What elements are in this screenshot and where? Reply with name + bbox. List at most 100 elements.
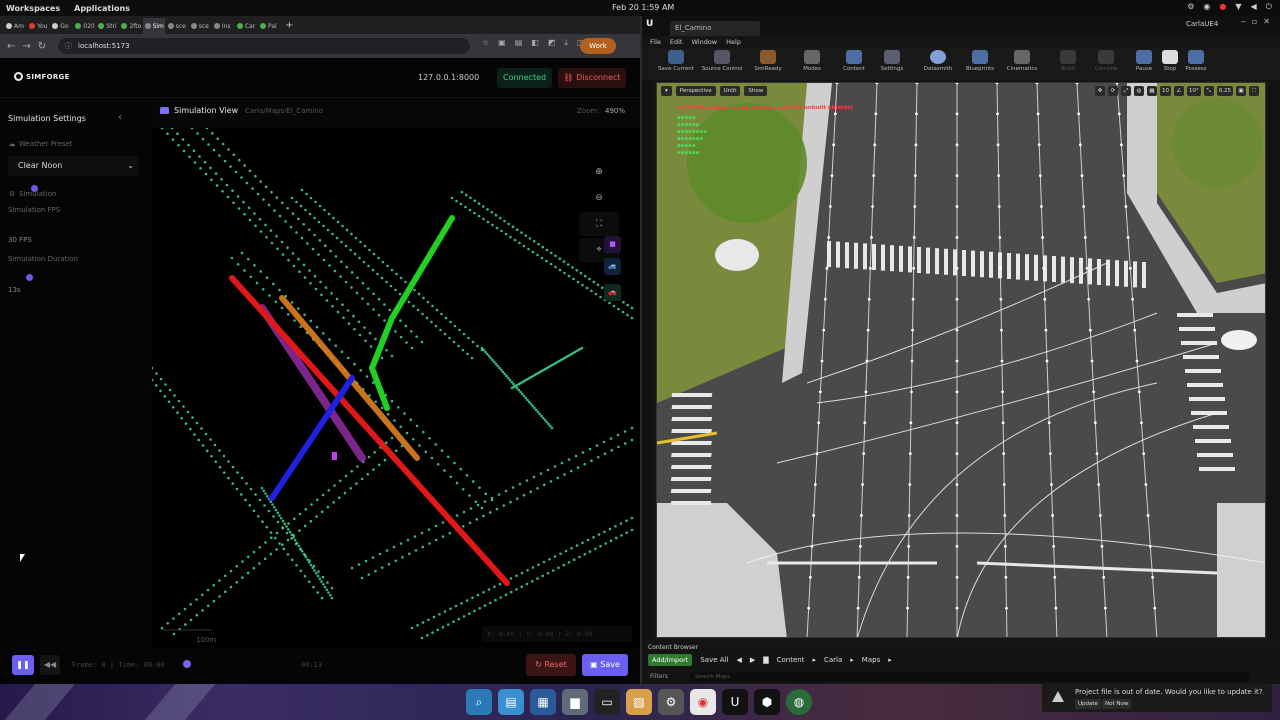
show-button[interactable]: Show xyxy=(744,86,768,96)
window-controls[interactable]: ‒▫✕ xyxy=(1241,17,1276,26)
ai-app-icon[interactable]: ⬢ xyxy=(754,689,780,715)
address-bar[interactable]: ⓘ localhost:5173 xyxy=(58,38,470,54)
add-import-button[interactable]: Add/Import xyxy=(648,654,693,666)
puzzle-icon[interactable]: ◩ xyxy=(548,38,556,48)
level-viewport[interactable]: ▾ Perspective Unlit Show ✥ ⟳ ⤢ ◍ ▦ 10 ∠ … xyxy=(656,82,1266,638)
browser-tab[interactable]: 020 xyxy=(73,18,96,34)
menu-edit[interactable]: Edit xyxy=(670,38,683,46)
viewport-menu-icon[interactable]: ▾ xyxy=(661,86,672,96)
duration-slider-knob[interactable] xyxy=(26,274,33,281)
save-all-button[interactable]: Save All xyxy=(700,656,728,664)
terminal-icon[interactable]: ▭ xyxy=(594,689,620,715)
grid-snap-value[interactable]: 10 xyxy=(1160,86,1171,96)
window-manager-icon[interactable]: ▤ xyxy=(498,689,524,715)
settings-tray-icon[interactable]: ⚙ xyxy=(1187,2,1194,12)
extension-icon[interactable]: ◧ xyxy=(531,38,539,48)
save-current-button[interactable]: Save Current xyxy=(654,50,698,72)
npc-layer-icon[interactable]: 🚗 xyxy=(604,284,621,301)
browser-tab[interactable]: Pal xyxy=(258,18,281,34)
browser-tab[interactable]: Go xyxy=(50,18,73,34)
workspaces-menu[interactable]: Workspaces xyxy=(6,4,60,13)
scale-icon[interactable]: ⤢ xyxy=(1121,86,1131,96)
settings-app-icon[interactable]: ⚙ xyxy=(658,689,684,715)
menu-window[interactable]: Window xyxy=(691,38,717,46)
fps-slider-knob[interactable] xyxy=(31,185,38,192)
menu-help[interactable]: Help xyxy=(726,38,741,46)
camera-speed-icon[interactable]: ▣ xyxy=(1236,86,1246,96)
back-arrow-icon[interactable]: ← xyxy=(7,41,15,52)
history-back-icon[interactable]: ◀ xyxy=(736,656,741,664)
browser-tab[interactable]: Ins xyxy=(212,18,235,34)
site-info-icon[interactable]: ⓘ xyxy=(65,38,72,54)
browser-tab[interactable]: You xyxy=(27,18,50,34)
source-control-button[interactable]: Source Control xyxy=(700,50,744,72)
app-grid-icon[interactable]: ▦ xyxy=(530,689,556,715)
chrome-tray-icon[interactable]: ◉ xyxy=(1203,2,1210,12)
simready-button[interactable]: SimReady xyxy=(746,50,790,72)
record-tray-icon[interactable]: ● xyxy=(1219,2,1226,12)
scale-snap-value[interactable]: 0.25 xyxy=(1216,86,1233,96)
zoom-in-icon[interactable]: ⊕ xyxy=(579,160,619,184)
browser-tab[interactable]: Stri xyxy=(96,18,119,34)
files-icon[interactable]: ▆ xyxy=(562,689,588,715)
zoom-out-icon[interactable]: ⊖ xyxy=(579,186,619,210)
chrome-icon[interactable]: ◉ xyxy=(690,689,716,715)
power-icon[interactable]: ⏻ xyxy=(1266,2,1272,12)
vehicle-layer-icon[interactable]: 🚙 xyxy=(604,258,621,275)
blueprints-button[interactable]: Blueprints xyxy=(958,50,1002,72)
pause-button[interactable]: ❚❚ xyxy=(12,655,34,675)
world-icon[interactable]: ◍ xyxy=(1134,86,1144,96)
maximize-icon[interactable]: ⛶ xyxy=(1249,86,1259,96)
extension-icon[interactable]: ▣ xyxy=(498,38,506,48)
bookmark-star-icon[interactable]: ☆ xyxy=(482,38,489,48)
forward-arrow-icon[interactable]: → xyxy=(22,41,30,52)
rewind-button[interactable]: ◀◀ xyxy=(40,655,60,675)
download-icon[interactable]: ⤓ xyxy=(564,38,568,48)
timeline-scrubber[interactable] xyxy=(183,660,191,668)
not-now-button[interactable]: Not Now xyxy=(1102,699,1132,709)
unreal-engine-icon[interactable]: U xyxy=(722,689,748,715)
content-browser-tab[interactable]: Content Browser xyxy=(648,644,698,651)
breadcrumb-maps[interactable]: Maps xyxy=(862,656,880,664)
camera-layer-icon[interactable]: ■ xyxy=(604,236,621,253)
view-mode-button[interactable]: Unlit xyxy=(719,86,741,96)
archive-icon[interactable]: ▧ xyxy=(626,689,652,715)
browser-tab[interactable]: Am xyxy=(4,18,27,34)
breadcrumb-carla[interactable]: Carla xyxy=(824,656,842,664)
filters-button[interactable]: Filters xyxy=(650,673,668,680)
fit-view-icon[interactable]: ⛶ xyxy=(579,212,619,236)
carla-icon[interactable]: ◍ xyxy=(786,689,812,715)
menu-file[interactable]: File xyxy=(650,38,661,46)
cinematics-button[interactable]: Cinematics xyxy=(1000,50,1044,72)
browser-tab-active[interactable]: Sim xyxy=(142,18,166,34)
save-button[interactable]: ▣ Save xyxy=(582,654,628,676)
datasmith-button[interactable]: Datasmith xyxy=(916,50,960,72)
rotate-icon[interactable]: ⟳ xyxy=(1108,86,1118,96)
rotation-snap-value[interactable]: 10° xyxy=(1187,86,1201,96)
applications-menu[interactable]: Applications xyxy=(74,4,130,13)
browser-tab[interactable]: sce xyxy=(189,18,212,34)
weather-preset-select[interactable]: Clear Noon ⌄ xyxy=(8,156,138,176)
new-tab-plus-icon[interactable]: + xyxy=(285,18,293,34)
settings-button[interactable]: Settings xyxy=(870,50,914,72)
rotation-snap-icon[interactable]: ∠ xyxy=(1174,86,1184,96)
breadcrumb-content[interactable]: Content xyxy=(777,656,805,664)
history-forward-icon[interactable]: ▶ xyxy=(750,656,755,664)
reset-button[interactable]: ↻ Reset xyxy=(526,654,576,676)
extension-icon[interactable]: ▤ xyxy=(515,38,523,48)
clock[interactable]: Feb 20 1:59 AM xyxy=(612,3,674,12)
search-app-icon[interactable]: ⌕ xyxy=(466,689,492,715)
simulation-canvas[interactable]: 100m X: 0.00 | Y: 0.00 | Z: 0.00 ⊕ ⊖ ⛶ ⌖… xyxy=(152,128,640,648)
browser-tab[interactable]: sce xyxy=(166,18,189,34)
perspective-button[interactable]: Perspective xyxy=(675,86,716,96)
reload-icon[interactable]: ↻ xyxy=(38,41,46,52)
modes-button[interactable]: Modes xyxy=(790,50,834,72)
profile-chip[interactable]: Work xyxy=(580,38,616,54)
possess-button[interactable]: Possess xyxy=(1174,50,1218,72)
wifi-icon[interactable]: ▼ xyxy=(1235,2,1241,12)
browser-tab[interactable]: 2fto xyxy=(119,18,142,34)
disconnect-button[interactable]: ⛓ Disconnect xyxy=(558,68,626,88)
level-tab[interactable]: El_Camino xyxy=(670,21,760,36)
update-button[interactable]: Update xyxy=(1075,699,1101,709)
collapse-chevron-icon[interactable]: ‹ xyxy=(118,112,122,123)
